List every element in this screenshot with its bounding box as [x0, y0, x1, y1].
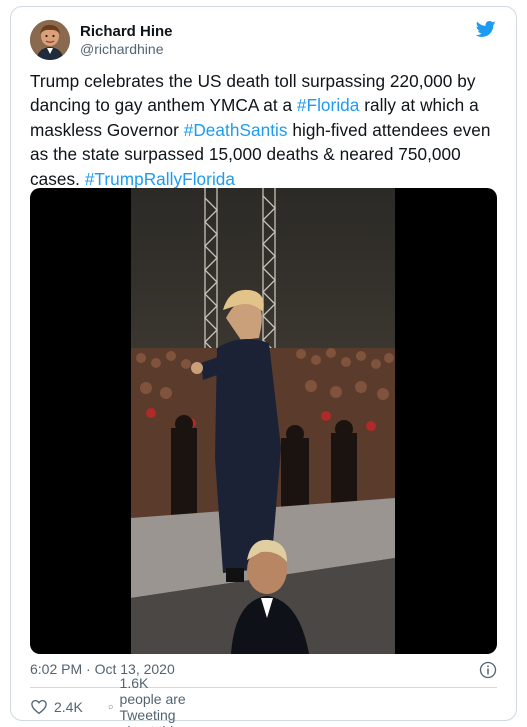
conversation-text: 1.6K people are Tweeting about this	[119, 675, 186, 727]
hashtag-trumprallyflorida-link[interactable]: #TrumpRallyFlorida	[85, 169, 235, 189]
hashtag-deathsantis-link[interactable]: #DeathSantis	[184, 120, 288, 140]
hashtag-florida-link[interactable]: #Florida	[297, 95, 360, 115]
tweet-text: Trump celebrates the US death toll surpa…	[30, 69, 500, 191]
video-scene	[131, 188, 395, 654]
tweet-card: Richard Hine @richardhine Trump celebrat…	[10, 6, 517, 727]
tweet-video[interactable]	[30, 188, 497, 654]
video-thumbnail	[131, 188, 395, 654]
twitter-bird-icon[interactable]	[475, 19, 497, 39]
avatar-image	[30, 20, 70, 60]
author-handle[interactable]: @richardhine	[80, 41, 163, 57]
heart-icon	[31, 699, 47, 715]
avatar[interactable]	[30, 20, 70, 60]
author-name[interactable]: Richard Hine	[80, 23, 173, 40]
conversation-button[interactable]: 1.6K people are Tweeting about this	[108, 675, 188, 727]
tweet-header: Richard Hine @richardhine	[30, 17, 497, 69]
speech-bubble-icon	[108, 704, 113, 710]
like-button[interactable]: 2.4K	[30, 697, 83, 717]
info-icon[interactable]	[479, 661, 497, 679]
divider	[30, 687, 497, 688]
like-count: 2.4K	[54, 699, 83, 715]
